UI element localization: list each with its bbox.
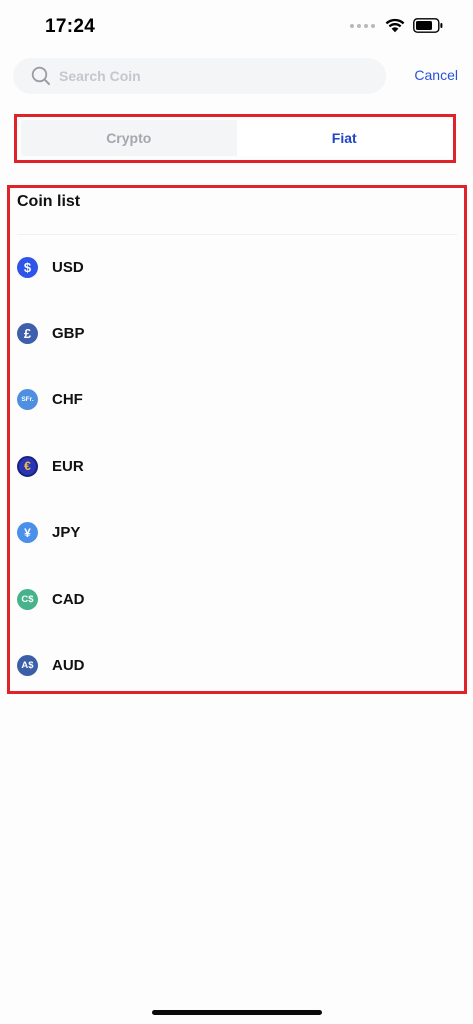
tab-fiat[interactable]: Fiat (236, 120, 452, 156)
search-row: Cancel (13, 58, 460, 94)
search-icon (31, 66, 51, 86)
coin-label: GBP (52, 325, 85, 343)
coin-label: JPY (52, 524, 81, 542)
coin-item-chf[interactable]: SFr. CHF (17, 378, 457, 444)
coin-item-aud[interactable]: A$ AUD (17, 643, 457, 709)
status-icons (350, 18, 443, 33)
euro-icon: € (17, 455, 38, 477)
canadian-dollar-icon: C$ (17, 588, 38, 610)
coin-item-cad[interactable]: C$ CAD (17, 577, 457, 643)
coin-list: $ USD £ GBP SFr. CHF € EUR ¥ JPY C$ CAD … (17, 245, 457, 710)
status-bar: 17:24 (0, 0, 473, 50)
yen-icon: ¥ (17, 522, 38, 544)
coin-item-jpy[interactable]: ¥ JPY (17, 511, 457, 577)
australian-dollar-icon: A$ (17, 655, 38, 677)
segment-tabs: Crypto Fiat (21, 120, 452, 156)
coin-list-title: Coin list (17, 193, 81, 210)
cancel-button[interactable]: Cancel (414, 67, 458, 83)
franc-icon: SFr. (17, 389, 38, 411)
home-indicator[interactable] (152, 1010, 322, 1015)
coin-label: CAD (52, 590, 85, 608)
coin-item-gbp[interactable]: £ GBP (17, 311, 457, 377)
coin-item-eur[interactable]: € EUR (17, 444, 457, 510)
coin-label: EUR (52, 457, 84, 475)
coin-label: AUD (52, 657, 85, 675)
search-box[interactable] (13, 58, 386, 94)
dollar-icon: $ (17, 256, 38, 278)
tab-crypto[interactable]: Crypto (21, 120, 237, 156)
battery-icon (413, 18, 443, 33)
search-input[interactable] (57, 67, 361, 85)
cellular-signal-icon (350, 23, 375, 28)
wifi-icon (385, 18, 405, 33)
coin-item-usd[interactable]: $ USD (17, 245, 457, 311)
divider (17, 234, 457, 235)
status-time: 17:24 (45, 16, 96, 37)
coin-label: USD (52, 258, 84, 276)
pound-icon: £ (17, 323, 38, 345)
coin-label: CHF (52, 391, 83, 409)
